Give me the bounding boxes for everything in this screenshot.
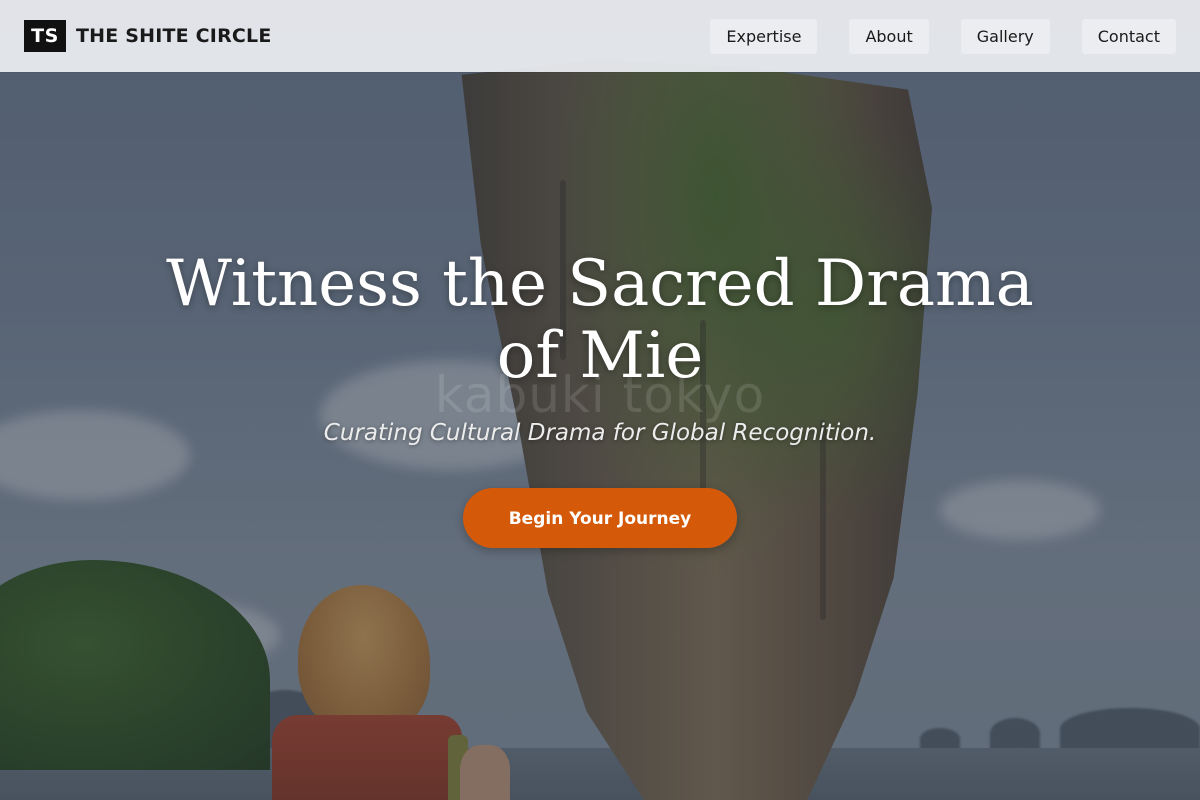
hero-subtitle: Curating Cultural Drama for Global Recog… bbox=[323, 420, 877, 446]
nav-item-gallery[interactable]: Gallery bbox=[960, 18, 1050, 54]
begin-journey-button[interactable]: Begin Your Journey bbox=[463, 488, 737, 548]
site-header: TS THE SHITE CIRCLE Expertise About Gall… bbox=[0, 0, 1200, 72]
hero-content: Witness the Sacred Drama of Mie Curating… bbox=[0, 248, 1200, 548]
nav-item-about[interactable]: About bbox=[849, 18, 929, 54]
main-nav: Expertise About Gallery Contact bbox=[710, 18, 1176, 54]
brand-link[interactable]: TS THE SHITE CIRCLE bbox=[24, 20, 272, 52]
nav-item-expertise[interactable]: Expertise bbox=[710, 18, 818, 54]
logo-badge: TS bbox=[24, 20, 66, 52]
brand-name: THE SHITE CIRCLE bbox=[76, 25, 272, 47]
hero-title: Witness the Sacred Drama of Mie bbox=[166, 247, 1034, 393]
nav-item-contact[interactable]: Contact bbox=[1081, 18, 1176, 54]
